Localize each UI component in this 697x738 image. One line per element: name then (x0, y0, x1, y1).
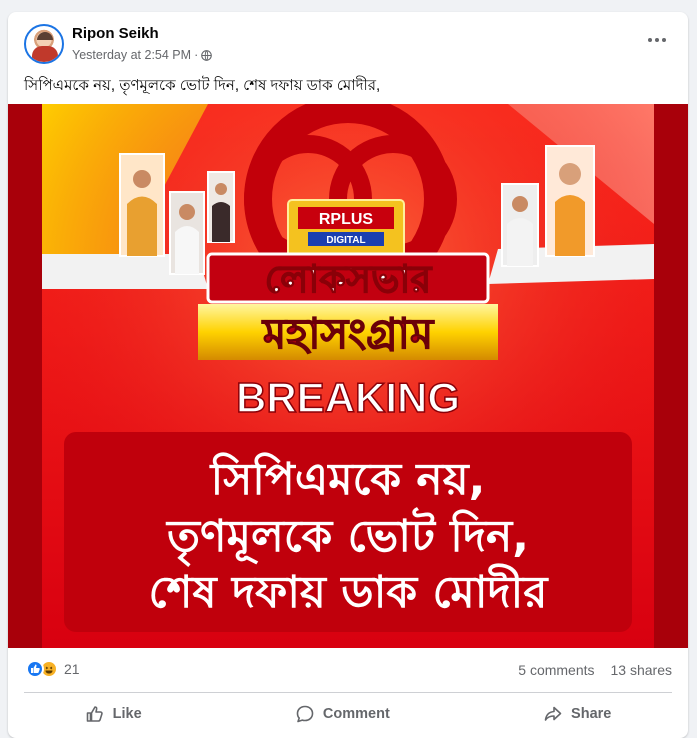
action-bar: Like Comment Share (8, 696, 688, 732)
poster-left-3 (207, 171, 235, 243)
poster-left-2 (169, 191, 205, 275)
post-header: Ripon Seikh Yesterday at 2:54 PM · (8, 12, 688, 70)
headline-line-1: সিপিএমকে নয়, (209, 452, 486, 505)
author-name[interactable]: Ripon Seikh (72, 25, 159, 42)
breaking-label: BREAKING (236, 374, 460, 421)
post-stats: 21 5 comments 13 shares (8, 656, 688, 684)
logo-top-text: RPLUS (319, 211, 374, 228)
share-label: Share (571, 706, 612, 722)
post-card: Ripon Seikh Yesterday at 2:54 PM · সিপিএ… (8, 12, 688, 738)
comment-label: Comment (322, 706, 390, 722)
shares-count-link[interactable]: 13 shares (611, 662, 672, 678)
poster-right-1 (501, 183, 539, 267)
reactions-summary[interactable]: 21 (26, 660, 80, 678)
more-options-button[interactable] (644, 30, 670, 50)
globe-icon[interactable] (201, 49, 213, 61)
logo-bottom-text: DIGITAL (326, 235, 365, 246)
post-meta: Yesterday at 2:54 PM · (72, 48, 213, 62)
action-divider (24, 692, 672, 693)
share-icon (544, 706, 562, 721)
post-caption: সিপিএমকে নয়, তৃণমূলকে ভোট দিন, শেষ দফায… (24, 77, 381, 94)
headline-line-3: শেষ দফায় ডাক মোদীর (149, 563, 550, 618)
comment-button[interactable]: Comment (275, 698, 410, 730)
like-label: Like (112, 706, 142, 722)
comments-count-link[interactable]: 5 comments (518, 662, 594, 678)
title-line-2: মহাসংগ্রাম (261, 309, 435, 358)
post-image[interactable]: RPLUS DIGITAL লোকসভার মহাসংগ্রাম BREAKIN… (8, 104, 688, 648)
like-reaction-icon (26, 660, 44, 678)
thumbs-up-icon (86, 706, 103, 722)
meta-separator: · (194, 48, 199, 62)
title-line-1: লোকসভার (265, 257, 433, 301)
rplus-logo: RPLUS DIGITAL (287, 199, 405, 259)
share-button[interactable]: Share (523, 698, 631, 730)
poster-left-1 (119, 153, 165, 257)
headline-line-2: তৃণমূলকে ভোট দিন, (165, 507, 529, 567)
news-graphic: RPLUS DIGITAL লোকসভার মহাসংগ্রাম BREAKIN… (8, 104, 688, 648)
reaction-count: 21 (64, 661, 80, 677)
like-button[interactable]: Like (65, 698, 162, 730)
avatar[interactable] (24, 24, 64, 64)
poster-right-2 (545, 145, 595, 257)
comment-icon (296, 705, 314, 723)
timestamp[interactable]: Yesterday at 2:54 PM (72, 48, 191, 62)
